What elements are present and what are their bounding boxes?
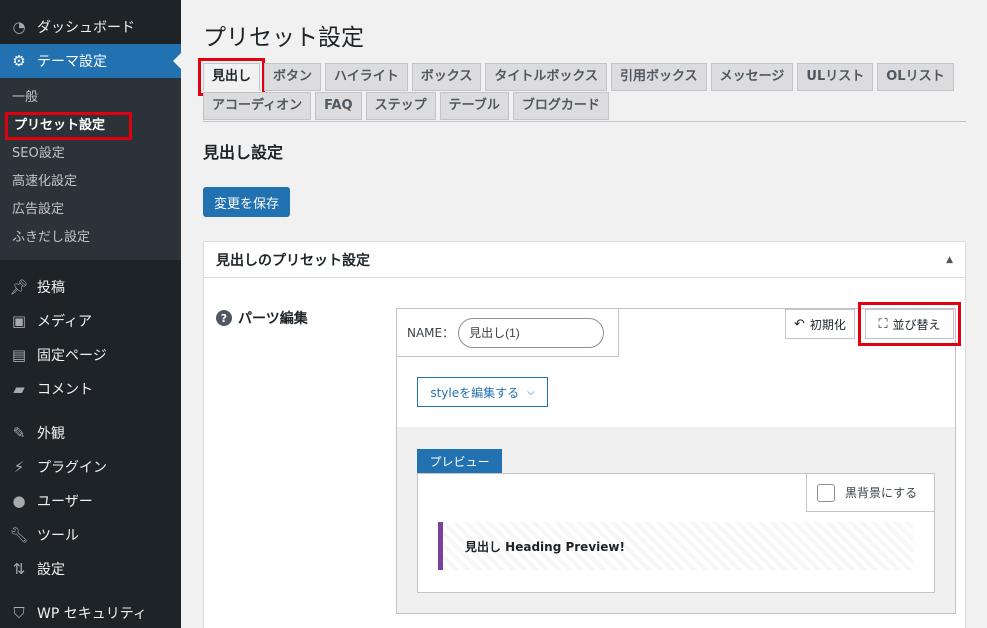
wrench-icon: 🔧︎ xyxy=(9,526,29,544)
user-icon: ● xyxy=(12,492,26,510)
sort-label: 並び替え xyxy=(892,317,941,332)
tab-accordion[interactable]: アコーディオン xyxy=(203,92,312,120)
preview-tab: プレビュー xyxy=(417,449,502,473)
sidebar-item-label: 設定 xyxy=(37,562,65,578)
media-icon: ▣ xyxy=(11,312,27,330)
tab-step[interactable]: ステップ xyxy=(365,92,436,120)
tab-row-2: アコーディオン FAQ ステップ テーブル ブログカード xyxy=(203,92,973,120)
edit-style-button[interactable]: styleを編集する ⌵ xyxy=(417,377,548,407)
heading-preview: 見出し Heading Preview! xyxy=(438,522,913,570)
sidebar-item-media[interactable]: ▣ メディア xyxy=(0,304,181,338)
page-title: プリセット設定 xyxy=(203,25,364,51)
tab-quote-box[interactable]: 引用ボックス xyxy=(611,63,707,91)
sidebar-item-settings[interactable]: ⇅ 設定 xyxy=(0,552,181,586)
panel-header[interactable]: 見出しのプリセット設定 ▲ xyxy=(204,242,965,278)
sidebar-item-posts[interactable]: 📌︎ 投稿 xyxy=(0,270,181,304)
theme-settings-submenu: 一般 プリセット設定 SEO設定 高速化設定 広告設定 ふきだし設定 xyxy=(0,78,181,260)
sidebar-item-label: ダッシュボード xyxy=(37,20,135,36)
preset-panel: 見出しのプリセット設定 ▲ ? パーツ編集 NAME： ↶ 初期化 ⛶ 並び替え… xyxy=(203,241,966,628)
collapse-icon[interactable]: ▲ xyxy=(946,255,953,265)
undo-icon: ↶ xyxy=(794,316,805,332)
tab-ul-list[interactable]: ULリスト xyxy=(797,63,874,91)
name-label: NAME： xyxy=(407,326,455,340)
parts-edit-label: ? パーツ編集 xyxy=(216,308,308,328)
submenu-item-general[interactable]: 一般 xyxy=(0,84,181,112)
submenu-item-ads[interactable]: 広告設定 xyxy=(0,196,181,224)
expand-icon: ⛶ xyxy=(878,316,888,332)
preview-area: プレビュー 黒背景にする 見出し Heading Preview! xyxy=(397,427,955,613)
preset-tabs: 見出し ボタン ハイライト ボックス タイトルボックス 引用ボックス メッセージ… xyxy=(197,58,973,121)
submenu-item-balloon[interactable]: ふきだし設定 xyxy=(0,224,181,252)
preview-box: 黒背景にする 見出し Heading Preview! xyxy=(417,473,935,593)
tab-box[interactable]: ボックス xyxy=(411,63,482,91)
plugin-icon: ⚡︎ xyxy=(13,458,25,476)
sidebar-item-label: コメント xyxy=(37,382,93,398)
sidebar-item-wp-security[interactable]: ⛉ WP セキュリティ xyxy=(0,596,181,628)
chevron-down-icon: ⌵ xyxy=(527,386,535,398)
name-field-group: NAME： xyxy=(397,309,619,357)
sidebar-item-label: WP セキュリティ xyxy=(37,606,147,622)
sort-button[interactable]: ⛶ 並び替え xyxy=(865,309,954,339)
sidebar-item-label: 投稿 xyxy=(37,280,65,296)
sidebar-item-label: 固定ページ xyxy=(37,348,107,364)
tab-ol-list[interactable]: OLリスト xyxy=(877,63,954,91)
sidebar-item-label: プラグイン xyxy=(37,460,107,476)
sidebar-item-comments[interactable]: ▰ コメント xyxy=(0,372,181,406)
settings-icon: ⇅ xyxy=(12,560,26,578)
sidebar-item-label: ツール xyxy=(37,528,79,544)
sidebar-item-theme-settings[interactable]: ⚙ テーマ設定 xyxy=(0,44,181,78)
section-title: 見出し設定 xyxy=(203,143,284,162)
comment-icon: ▰ xyxy=(13,380,25,398)
brush-icon: ✎ xyxy=(12,424,26,442)
edit-style-label: styleを編集する xyxy=(430,385,520,400)
tab-message[interactable]: メッセージ xyxy=(710,63,794,91)
tab-divider xyxy=(203,121,966,122)
help-icon[interactable]: ? xyxy=(216,310,232,326)
dark-background-toggle[interactable]: 黒背景にする xyxy=(806,474,934,512)
reset-button[interactable]: ↶ 初期化 xyxy=(785,309,855,339)
tab-table[interactable]: テーブル xyxy=(439,92,509,120)
parts-editor: NAME： ↶ 初期化 ⛶ 並び替え styleを編集する ⌵ プレビュー xyxy=(396,302,961,614)
parts-edit-text: パーツ編集 xyxy=(238,311,308,327)
submenu-item-label: プリセット設定 xyxy=(5,112,133,140)
submenu-item-speed[interactable]: 高速化設定 xyxy=(0,168,181,196)
save-button[interactable]: 変更を保存 xyxy=(203,187,291,217)
reset-label: 初期化 xyxy=(809,317,846,332)
sidebar-item-label: メディア xyxy=(37,314,93,330)
tab-highlight[interactable]: ハイライト xyxy=(325,63,408,91)
shield-icon: ⛉ xyxy=(13,604,25,622)
dark-background-checkbox[interactable] xyxy=(817,483,835,502)
tab-row-1: 見出し ボタン ハイライト ボックス タイトルボックス 引用ボックス メッセージ… xyxy=(197,58,973,96)
pin-icon: 📌︎ xyxy=(9,278,29,296)
sidebar-item-label: テーマ設定 xyxy=(37,54,107,70)
name-input[interactable] xyxy=(458,317,605,348)
tab-button[interactable]: ボタン xyxy=(264,63,322,91)
sidebar-item-dashboard[interactable]: ◔ ダッシュボード xyxy=(0,10,181,44)
main-content: プリセット設定 見出し ボタン ハイライト ボックス タイトルボックス 引用ボッ… xyxy=(181,0,987,628)
sidebar-item-pages[interactable]: ▤ 固定ページ xyxy=(0,338,181,372)
sidebar-item-tools[interactable]: 🔧︎ ツール xyxy=(0,518,181,552)
submenu-item-preset[interactable]: プリセット設定 xyxy=(0,112,181,140)
sidebar-item-appearance[interactable]: ✎ 外観 xyxy=(0,416,181,450)
gear-icon: ⚙ xyxy=(12,52,26,70)
tab-heading[interactable]: 見出し xyxy=(197,58,266,96)
panel-title: 見出しのプリセット設定 xyxy=(216,252,370,269)
tab-title-box[interactable]: タイトルボックス xyxy=(485,63,608,91)
dashboard-icon: ◔ xyxy=(12,18,26,36)
sidebar-item-label: ユーザー xyxy=(37,494,93,510)
page-icon: ▤ xyxy=(11,346,27,364)
dark-background-label: 黒背景にする xyxy=(845,486,918,500)
tab-blog-card[interactable]: ブログカード xyxy=(512,92,609,120)
admin-sidebar: ◔ ダッシュボード ⚙ テーマ設定 一般 プリセット設定 SEO設定 高速化設定… xyxy=(0,0,181,628)
sidebar-item-label: 外観 xyxy=(37,426,65,442)
sidebar-item-users[interactable]: ● ユーザー xyxy=(0,484,181,518)
sidebar-item-plugins[interactable]: ⚡︎ プラグイン xyxy=(0,450,181,484)
submenu-item-seo[interactable]: SEO設定 xyxy=(0,140,181,168)
tab-faq[interactable]: FAQ xyxy=(315,92,362,120)
